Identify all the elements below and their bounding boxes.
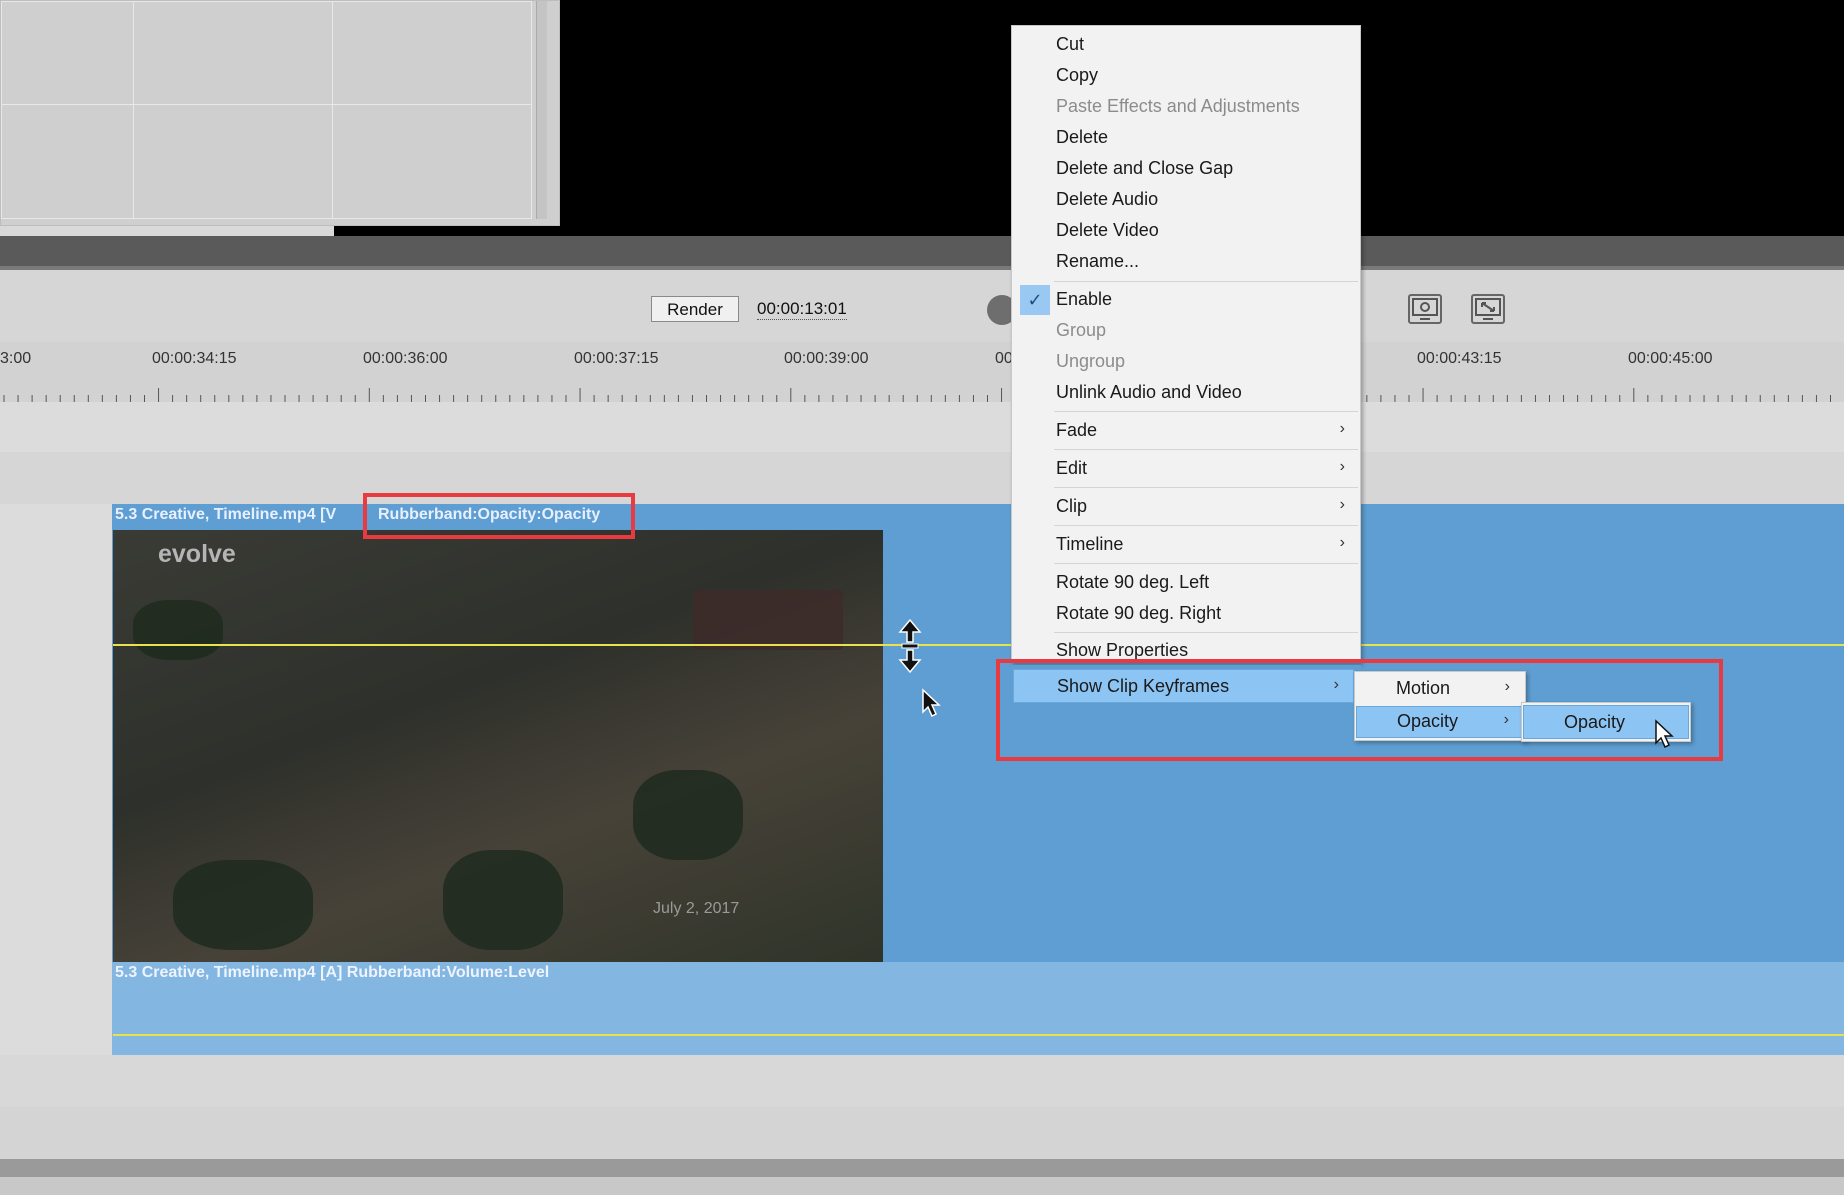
menu-item-label: Cut bbox=[1056, 34, 1085, 54]
chevron-right-icon: › bbox=[1339, 420, 1345, 437]
menu-item-unlink[interactable]: Unlink Audio and Video bbox=[1013, 378, 1359, 408]
chevron-right-icon: › bbox=[1339, 458, 1345, 475]
menu-item-rotate-left[interactable]: Rotate 90 deg. Left bbox=[1013, 568, 1359, 598]
status-bar bbox=[0, 1177, 1844, 1195]
menu-item-label: Timeline bbox=[1056, 534, 1124, 554]
tree-shape bbox=[443, 850, 563, 950]
menu-separator bbox=[1054, 525, 1358, 526]
panel-divider[interactable] bbox=[0, 236, 1844, 266]
grid-cell bbox=[332, 1, 532, 105]
chevron-right-icon: › bbox=[1339, 534, 1345, 551]
menu-separator bbox=[1054, 487, 1358, 488]
opacity-rubberband-line[interactable] bbox=[113, 644, 1844, 646]
building-shape bbox=[693, 590, 843, 650]
menu-item-label: Rotate 90 deg. Left bbox=[1056, 572, 1210, 592]
audio-clip-label: 5.3 Creative, Timeline.mp4 [A] Rubberban… bbox=[115, 964, 550, 981]
chevron-right-icon: › bbox=[1339, 496, 1345, 513]
menu-item-delete-close-gap[interactable]: Delete and Close Gap bbox=[1013, 154, 1359, 184]
menu-item-rename[interactable]: Rename... bbox=[1013, 247, 1359, 277]
thumbnail-date: July 2, 2017 bbox=[653, 900, 740, 917]
menu-item-timeline[interactable]: Timeline › bbox=[1013, 530, 1359, 560]
grid-cell bbox=[133, 1, 333, 105]
menu-item-rotate-right[interactable]: Rotate 90 deg. Right bbox=[1013, 599, 1359, 629]
resize-vertical-cursor-icon bbox=[898, 618, 922, 679]
ruler-label: 00:00:39:00 bbox=[784, 350, 869, 367]
empty-track[interactable] bbox=[0, 452, 1844, 505]
ruler-label: 00:00:45:00 bbox=[1628, 350, 1713, 367]
volume-rubberband-line[interactable] bbox=[113, 1034, 1844, 1036]
menu-item-label: Delete Audio bbox=[1056, 189, 1159, 209]
menu-separator bbox=[1054, 632, 1358, 633]
ruler-label: 00:00:36:00 bbox=[363, 350, 448, 367]
menu-item-label: Fade bbox=[1056, 420, 1098, 440]
menu-item-clip[interactable]: Clip › bbox=[1013, 492, 1359, 522]
evolve-logo: evolve bbox=[158, 540, 236, 568]
ruler-ticks bbox=[3, 388, 1831, 402]
menu-item-label: Paste Effects and Adjustments bbox=[1056, 96, 1300, 116]
menu-item-group[interactable]: Group bbox=[1013, 316, 1359, 346]
menu-item-label: Ungroup bbox=[1056, 351, 1126, 371]
grid-cell bbox=[1, 104, 134, 219]
menu-item-label: Enable bbox=[1056, 289, 1113, 309]
menu-item-cut[interactable]: Cut bbox=[1013, 30, 1359, 60]
preview-scrollbar[interactable] bbox=[536, 1, 547, 219]
menu-item-fade[interactable]: Fade › bbox=[1013, 416, 1359, 446]
menu-item-label: Group bbox=[1056, 320, 1107, 340]
menu-item-label: Delete and Close Gap bbox=[1056, 158, 1234, 178]
menu-item-label: Clip bbox=[1056, 496, 1088, 516]
timecode-display[interactable]: 00:00:13:01 bbox=[757, 299, 847, 320]
menu-separator bbox=[1054, 411, 1358, 412]
menu-item-ungroup[interactable]: Ungroup bbox=[1013, 347, 1359, 377]
menu-item-label: Rename... bbox=[1056, 251, 1140, 271]
empty-track[interactable] bbox=[0, 1055, 1844, 1108]
annotation-highlight-box bbox=[363, 493, 635, 539]
menu-item-copy[interactable]: Copy bbox=[1013, 61, 1359, 91]
annotation-highlight-box bbox=[996, 659, 1723, 761]
menu-separator bbox=[1054, 563, 1358, 564]
monitor-settings-icon[interactable] bbox=[1408, 294, 1442, 324]
empty-track[interactable] bbox=[0, 402, 1844, 453]
ruler-label: 00:00:34:15 bbox=[152, 350, 237, 367]
menu-item-delete[interactable]: Delete bbox=[1013, 123, 1359, 153]
render-button[interactable]: Render bbox=[651, 296, 739, 322]
menu-item-label: Delete bbox=[1056, 127, 1109, 147]
mouse-pointer-icon bbox=[921, 688, 943, 723]
bin-preview-panel bbox=[0, 0, 560, 226]
monitor-underbar bbox=[334, 226, 560, 236]
menu-item-delete-video[interactable]: Delete Video bbox=[1013, 216, 1359, 246]
menu-item-label: Edit bbox=[1056, 458, 1088, 478]
time-ruler[interactable]: 3:00 00:00:34:15 00:00:36:00 00:00:37:15… bbox=[0, 342, 1844, 403]
menu-item-label: Rotate 90 deg. Right bbox=[1056, 603, 1222, 623]
horizontal-scrollbar[interactable] bbox=[0, 1159, 1844, 1177]
menu-item-paste-effects[interactable]: Paste Effects and Adjustments bbox=[1013, 92, 1359, 122]
ruler-label: 3:00 bbox=[0, 350, 32, 367]
menu-item-label: Copy bbox=[1056, 65, 1099, 85]
menu-item-label: Show Properties bbox=[1056, 640, 1189, 660]
checkmark-icon: ✓ bbox=[1020, 285, 1050, 315]
menu-item-enable[interactable]: ✓ Enable bbox=[1013, 285, 1359, 315]
menu-item-delete-audio[interactable]: Delete Audio bbox=[1013, 185, 1359, 215]
context-menu: Cut Copy Paste Effects and Adjustments D… bbox=[1011, 25, 1361, 663]
grid-cell bbox=[133, 104, 333, 219]
menu-item-label: Unlink Audio and Video bbox=[1056, 382, 1242, 402]
audio-track-header[interactable] bbox=[0, 962, 113, 1055]
clip-thumbnail: evolve July 2, 2017 bbox=[113, 530, 883, 962]
tree-shape bbox=[633, 770, 743, 860]
menu-separator bbox=[1054, 449, 1358, 450]
monitor-expand-icon[interactable] bbox=[1471, 294, 1505, 324]
tree-shape bbox=[173, 860, 313, 950]
timeline-toolbar bbox=[0, 270, 1844, 342]
video-track-header[interactable] bbox=[0, 504, 113, 962]
empty-track[interactable] bbox=[0, 1107, 1844, 1159]
grid-cell bbox=[1, 1, 134, 105]
menu-item-edit[interactable]: Edit › bbox=[1013, 454, 1359, 484]
grid-cell bbox=[332, 104, 532, 219]
ruler-label: 00:00:43:15 bbox=[1417, 350, 1502, 367]
tree-shape bbox=[133, 600, 223, 660]
menu-item-label: Delete Video bbox=[1056, 220, 1159, 240]
menu-separator bbox=[1054, 281, 1358, 282]
video-clip-label: 5.3 Creative, Timeline.mp4 [V bbox=[115, 506, 337, 523]
ruler-label: 00:00:37:15 bbox=[574, 350, 659, 367]
